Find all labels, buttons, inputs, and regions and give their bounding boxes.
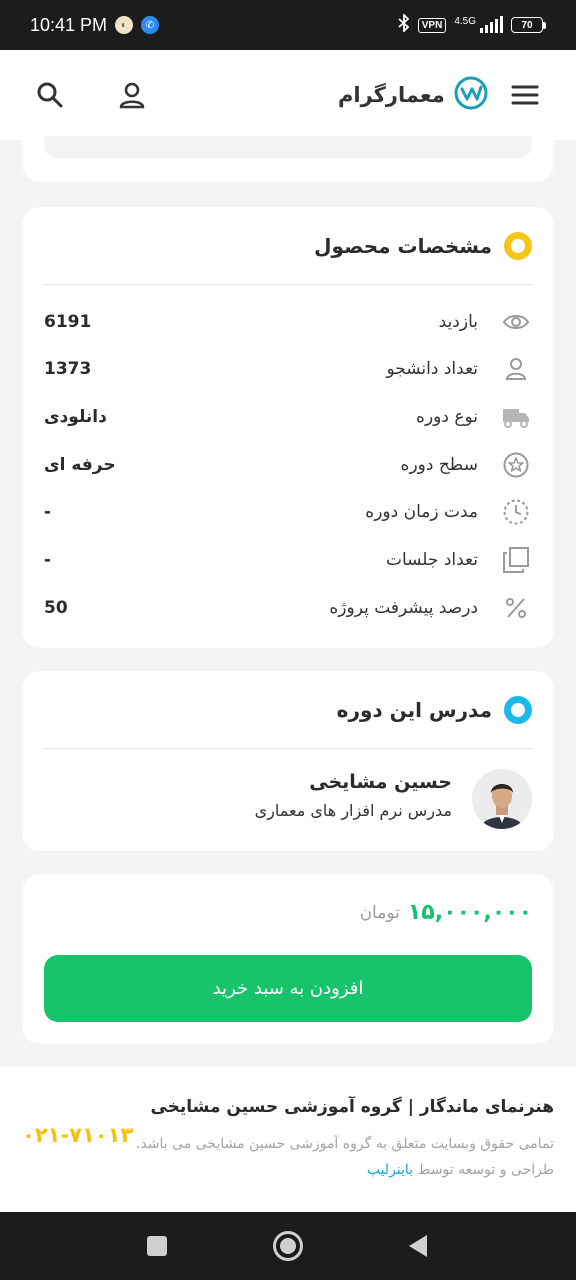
notification-app-icon: ◐ (115, 16, 134, 34)
price-value: ۱۵,۰۰۰,۰۰۰ (407, 900, 532, 925)
vpn-badge: VPN (417, 17, 447, 33)
bullet-icon (504, 231, 532, 260)
product-specs-card: مشخصات محصول 6191 بازدید 1373 تعداد دانش… (22, 207, 554, 648)
spec-label: نوع دوره (416, 407, 478, 427)
spec-row-course-type: دانلودی نوع دوره (44, 397, 532, 437)
spec-row-sessions: - تعداد جلسات (44, 540, 532, 580)
user-icon[interactable] (112, 75, 152, 115)
phone-call-icon: ✆ (141, 16, 160, 34)
status-bar: 10:41 PM ◐ ✆ VPN 4.5G 70 (0, 0, 576, 50)
copy-icon (500, 544, 532, 576)
spec-row-students: 1373 تعداد دانشجو (44, 349, 532, 389)
logo-text: معمارگرام (338, 83, 445, 107)
spec-value: 6191 (44, 312, 92, 332)
bluetooth-icon (398, 12, 410, 37)
battery-icon: 70 (511, 17, 546, 33)
spec-value: - (44, 550, 52, 570)
spec-value: دانلودی (44, 407, 107, 427)
spec-value: حرفه ای (44, 455, 116, 475)
spec-label: تعداد جلسات (385, 550, 478, 570)
currency-label: تومان (359, 902, 400, 923)
menu-icon[interactable] (505, 75, 545, 115)
specs-title: مشخصات محصول (314, 233, 492, 258)
avatar[interactable] (472, 769, 532, 829)
footer-description: تمامی حقوق وبسایت متعلق به گروه آموزشی ح… (134, 1131, 554, 1183)
purchase-card: تومان ۱۵,۰۰۰,۰۰۰ افزودن به سبد خرید (22, 874, 554, 1044)
spec-row-duration: - مدت زمان دوره (44, 492, 532, 532)
phone-number[interactable]: ۰۲۱-۷۱۰۱۳ (22, 1123, 133, 1147)
spec-label: مدت زمان دوره (365, 502, 478, 522)
price-row: تومان ۱۵,۰۰۰,۰۰۰ (360, 900, 532, 925)
recents-button[interactable] (139, 1228, 175, 1264)
truck-icon (500, 401, 532, 433)
spec-value: - (44, 502, 52, 522)
percent-icon (500, 592, 532, 624)
teacher-role: مدرس نرم افزار های معماری (254, 801, 452, 820)
home-button[interactable] (270, 1228, 306, 1264)
spec-row-progress: 50 درصد پیشرفت پروژه (44, 588, 532, 628)
status-time: 10:41 PM (30, 14, 108, 35)
site-logo[interactable]: معمارگرام (338, 75, 489, 115)
spec-value: 1373 (44, 359, 92, 379)
spec-value: 50 (44, 598, 68, 618)
developer-link[interactable]: باینرلیپ (367, 1162, 413, 1178)
system-nav-bar (0, 1212, 576, 1280)
search-icon[interactable] (30, 75, 70, 115)
spec-label: سطح دوره (400, 455, 478, 475)
network-type: 4.5G (454, 15, 476, 27)
battery-level: 70 (511, 17, 543, 33)
star-icon (500, 449, 532, 481)
spec-row-views: 6191 بازدید (44, 302, 532, 342)
back-button[interactable] (400, 1228, 436, 1264)
previous-card (22, 120, 554, 182)
user-icon (500, 353, 532, 385)
eye-icon (500, 306, 532, 338)
teacher-header: مدرس این دوره (44, 671, 532, 749)
spec-label: تعداد دانشجو (386, 359, 479, 379)
add-to-cart-button[interactable]: افزودن به سبد خرید (44, 955, 532, 1022)
teacher-title: مدرس این دوره (336, 697, 492, 722)
spec-label: درصد پیشرفت پروژه (329, 598, 478, 618)
teacher-card: مدرس این دوره حسین مشایخی مدرس نرم افزار… (22, 671, 554, 851)
footer-title: هنرنمای ماندگار | گروه آموزشی حسین مشایخ… (150, 1097, 554, 1117)
teacher-name[interactable]: حسین مشایخی (309, 771, 452, 793)
clock-icon (500, 496, 532, 528)
copyright-text: تمامی حقوق وبسایت متعلق به گروه آموزشی ح… (135, 1136, 554, 1178)
signal-icon (480, 16, 503, 33)
bullet-icon (504, 695, 532, 724)
footer: هنرنمای ماندگار | گروه آموزشی حسین مشایخ… (0, 1067, 576, 1212)
spec-label: بازدید (438, 312, 478, 332)
spec-row-level: حرفه ای سطح دوره (44, 445, 532, 485)
logo-icon (453, 75, 489, 115)
specs-header: مشخصات محصول (44, 207, 532, 285)
